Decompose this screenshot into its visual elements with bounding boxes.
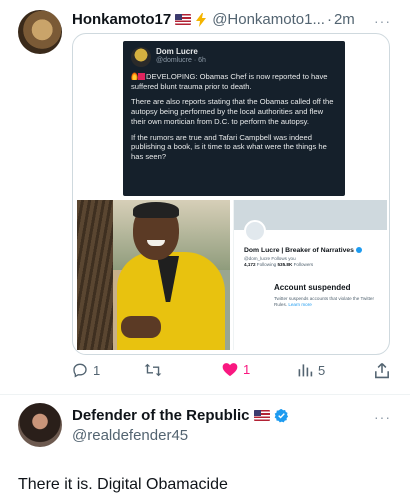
author-avatar[interactable] bbox=[18, 10, 62, 54]
reply-author-name[interactable]: Defender of the Republic bbox=[72, 407, 250, 424]
more-options-icon[interactable]: ··· bbox=[374, 13, 391, 29]
views-icon bbox=[298, 364, 313, 377]
author-name[interactable]: Honkamoto17 bbox=[72, 11, 171, 28]
quoted-author-name: Dom Lucre bbox=[156, 47, 198, 56]
tweet-divider bbox=[0, 394, 410, 395]
quoted-avatar bbox=[131, 47, 151, 67]
reply-text: There it is. Digital Obamacide bbox=[18, 476, 228, 493]
reply-icon bbox=[73, 363, 87, 378]
quoted-tweet-body: DEVELOPING: Obamas Chef is now reported … bbox=[131, 72, 334, 162]
reply-author-avatar[interactable] bbox=[18, 403, 62, 447]
views-count: 5 bbox=[318, 362, 326, 378]
heart-icon bbox=[222, 363, 238, 377]
verified-icon bbox=[355, 247, 362, 253]
retweet-button[interactable] bbox=[144, 362, 167, 378]
suspended-profile-screenshot[interactable]: Dom Lucre | Breaker of Narratives @dom_l… bbox=[233, 200, 387, 350]
suspended-title: Account suspended bbox=[274, 283, 351, 292]
profile-stats: 4,172 Following 535.8K Followers bbox=[244, 262, 314, 267]
tweet-action-bar: 1 1 5 bbox=[72, 362, 390, 382]
reply-button[interactable]: 1 bbox=[72, 362, 100, 378]
like-button[interactable]: 1 bbox=[222, 362, 250, 377]
reply-handle-row: @realdefender45 bbox=[72, 427, 188, 444]
tree-trunk bbox=[77, 200, 113, 350]
like-count: 1 bbox=[243, 362, 251, 377]
tweet-time[interactable]: 2m bbox=[334, 11, 355, 28]
reply-author-handle[interactable]: @realdefender45 bbox=[72, 427, 188, 444]
verified-icon bbox=[274, 408, 288, 423]
profile-name: Dom Lucre | Breaker of Narratives bbox=[244, 247, 362, 254]
us-flag-icon bbox=[175, 14, 192, 25]
separator-dot: · bbox=[326, 11, 332, 28]
views-button[interactable]: 5 bbox=[297, 362, 325, 378]
tweet-header: Honkamoto17 @Honkamoto1... · 2m bbox=[72, 11, 355, 28]
fire-icon bbox=[131, 72, 138, 80]
us-flag-icon bbox=[253, 410, 270, 421]
suspended-description: Twitter suspends accounts that violate t… bbox=[274, 296, 375, 307]
share-icon bbox=[375, 362, 389, 379]
tweet-media-card[interactable]: Dom Lucre @domlucre · 6h DEVELOPING: Oba… bbox=[72, 33, 390, 355]
alert-icon bbox=[138, 73, 145, 80]
lightning-icon bbox=[196, 12, 207, 27]
author-handle[interactable]: @Honkamoto1... bbox=[212, 11, 325, 28]
share-button[interactable] bbox=[374, 362, 390, 379]
retweet-icon bbox=[144, 363, 162, 377]
profile-handle: @dom_lucre Follows you bbox=[244, 256, 296, 261]
quoted-author-handle: @domlucre · 6h bbox=[156, 57, 206, 64]
meme-photo[interactable] bbox=[77, 200, 230, 350]
profile-avatar-placeholder bbox=[244, 220, 266, 242]
quoted-tweet-screenshot: Dom Lucre @domlucre · 6h DEVELOPING: Oba… bbox=[123, 41, 345, 196]
reply-more-options-icon[interactable]: ··· bbox=[374, 409, 391, 425]
reply-count: 1 bbox=[93, 362, 101, 378]
reply-header: Defender of the Republic bbox=[72, 407, 289, 424]
